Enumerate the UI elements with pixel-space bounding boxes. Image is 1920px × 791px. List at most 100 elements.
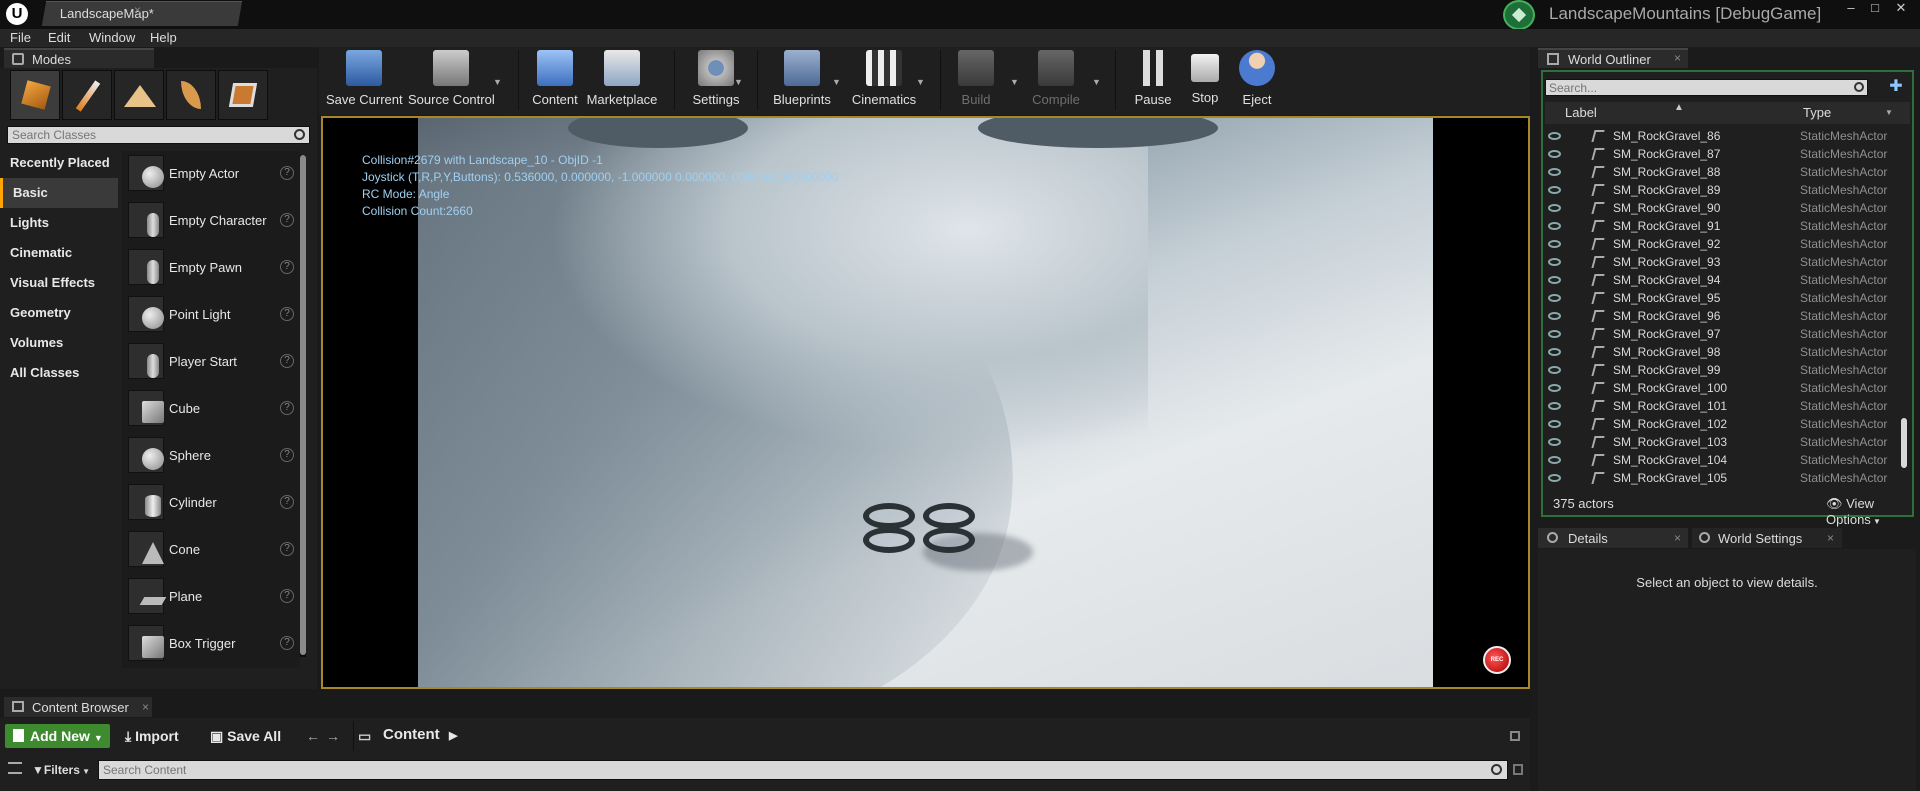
modes-scrollbar[interactable] bbox=[300, 155, 306, 657]
breadcrumb-arrow-icon[interactable]: ▶ bbox=[449, 724, 457, 748]
modes-close-icon[interactable]: × bbox=[134, 3, 141, 17]
visibility-eye-icon[interactable] bbox=[1548, 348, 1561, 356]
outliner-scrollbar-thumb[interactable] bbox=[1901, 418, 1907, 468]
outliner-row[interactable]: SM_RockGravel_89 StaticMeshActor bbox=[1545, 181, 1900, 199]
world-settings-close-icon[interactable]: × bbox=[1827, 531, 1834, 545]
visibility-eye-icon[interactable] bbox=[1548, 402, 1561, 410]
place-item-empty-pawn[interactable]: Empty Pawn? bbox=[122, 245, 300, 292]
place-item-cube[interactable]: Cube? bbox=[122, 386, 300, 433]
build-dropdown-icon[interactable]: ▼ bbox=[1010, 77, 1019, 87]
geometry-mode-button[interactable] bbox=[218, 70, 268, 120]
compile-button[interactable]: Compile bbox=[1028, 48, 1084, 112]
outliner-row[interactable]: SM_RockGravel_100 StaticMeshActor bbox=[1545, 379, 1900, 397]
save-current-button[interactable]: Save Current bbox=[326, 48, 403, 112]
outliner-row[interactable]: SM_RockGravel_92 StaticMeshActor bbox=[1545, 235, 1900, 253]
minimize-button[interactable]: – bbox=[1840, 0, 1862, 18]
filters-button[interactable]: ▼Filters ▼ bbox=[32, 759, 90, 783]
outliner-row[interactable]: SM_RockGravel_90 StaticMeshActor bbox=[1545, 199, 1900, 217]
category-basic[interactable]: Basic bbox=[0, 178, 118, 208]
outliner-row[interactable]: SM_RockGravel_99 StaticMeshActor bbox=[1545, 361, 1900, 379]
history-forward-icon[interactable]: → bbox=[326, 724, 340, 748]
save-all-button[interactable]: ▣ Save All bbox=[210, 724, 281, 748]
source-control-dropdown-icon[interactable]: ▼ bbox=[493, 77, 502, 87]
outliner-row[interactable]: SM_RockGravel_88 StaticMeshActor bbox=[1545, 163, 1900, 181]
search-classes-field[interactable] bbox=[7, 126, 310, 144]
place-mode-button[interactable] bbox=[10, 70, 60, 120]
maximize-button[interactable]: □ bbox=[1864, 0, 1886, 18]
visibility-eye-icon[interactable] bbox=[1548, 204, 1561, 212]
foliage-mode-button[interactable] bbox=[166, 70, 216, 120]
place-item-point-light[interactable]: Point Light? bbox=[122, 292, 300, 339]
modes-scrollbar-thumb[interactable] bbox=[300, 155, 306, 655]
menu-help[interactable]: Help bbox=[150, 29, 177, 47]
visibility-eye-icon[interactable] bbox=[1548, 276, 1561, 284]
outliner-search-field[interactable] bbox=[1545, 79, 1868, 96]
help-icon[interactable]: ? bbox=[280, 448, 294, 462]
cinematics-dropdown-icon[interactable]: ▼ bbox=[916, 77, 925, 87]
import-button[interactable]: ⤓ Import bbox=[125, 724, 179, 748]
category-all-classes[interactable]: All Classes bbox=[0, 358, 118, 388]
outliner-row[interactable]: SM_RockGravel_105 StaticMeshActor bbox=[1545, 469, 1900, 487]
build-button[interactable]: Build bbox=[950, 48, 1002, 112]
history-back-icon[interactable]: ← bbox=[306, 724, 320, 748]
outliner-row[interactable]: SM_RockGravel_98 StaticMeshActor bbox=[1545, 343, 1900, 361]
unreal-logo-icon[interactable]: U bbox=[6, 3, 28, 25]
outliner-search-input[interactable] bbox=[1546, 80, 1867, 96]
help-icon[interactable]: ? bbox=[280, 589, 294, 603]
search-content-field[interactable] bbox=[98, 760, 1508, 780]
search-classes-input[interactable] bbox=[8, 127, 309, 143]
place-item-cone[interactable]: Cone? bbox=[122, 527, 300, 574]
outliner-row[interactable]: SM_RockGravel_93 StaticMeshActor bbox=[1545, 253, 1900, 271]
menu-file[interactable]: File bbox=[10, 29, 31, 47]
visibility-eye-icon[interactable] bbox=[1548, 420, 1561, 428]
visibility-eye-icon[interactable] bbox=[1548, 384, 1561, 392]
add-new-button[interactable]: Add New ▼ bbox=[5, 724, 110, 748]
column-type-header[interactable]: Type bbox=[1803, 105, 1831, 120]
breadcrumb-content[interactable]: Content bbox=[383, 726, 440, 743]
cinematics-button[interactable]: Cinematics bbox=[850, 48, 918, 112]
view-options-button[interactable]: 👁 View Options ▼ bbox=[1826, 496, 1920, 527]
outliner-add-icon[interactable]: ✚ bbox=[1886, 77, 1906, 97]
visibility-eye-icon[interactable] bbox=[1548, 474, 1561, 482]
menu-window[interactable]: Window bbox=[89, 29, 135, 47]
visibility-eye-icon[interactable] bbox=[1548, 132, 1561, 140]
tab-world-settings[interactable]: World Settings bbox=[1692, 528, 1842, 548]
category-lights[interactable]: Lights bbox=[0, 208, 118, 238]
details-close-icon[interactable]: × bbox=[1674, 531, 1681, 545]
source-control-button[interactable]: Source Control bbox=[408, 48, 495, 112]
save-search-icon[interactable] bbox=[1513, 764, 1523, 775]
visibility-eye-icon[interactable] bbox=[1548, 150, 1561, 158]
visibility-eye-icon[interactable] bbox=[1548, 186, 1561, 194]
landscape-mode-button[interactable] bbox=[114, 70, 164, 120]
outliner-row[interactable]: SM_RockGravel_101 StaticMeshActor bbox=[1545, 397, 1900, 415]
help-icon[interactable]: ? bbox=[280, 636, 294, 650]
visibility-eye-icon[interactable] bbox=[1548, 330, 1561, 338]
outliner-row[interactable]: SM_RockGravel_91 StaticMeshActor bbox=[1545, 217, 1900, 235]
blueprints-dropdown-icon[interactable]: ▼ bbox=[832, 77, 841, 87]
help-icon[interactable]: ? bbox=[280, 401, 294, 415]
category-geometry[interactable]: Geometry bbox=[0, 298, 118, 328]
place-item-empty-actor[interactable]: Empty Actor? bbox=[122, 151, 300, 198]
visibility-eye-icon[interactable] bbox=[1548, 456, 1561, 464]
help-icon[interactable]: ? bbox=[280, 354, 294, 368]
outliner-row[interactable]: SM_RockGravel_103 StaticMeshActor bbox=[1545, 433, 1900, 451]
outliner-row[interactable]: SM_RockGravel_104 StaticMeshActor bbox=[1545, 451, 1900, 469]
paint-mode-button[interactable] bbox=[62, 70, 112, 120]
category-volumes[interactable]: Volumes bbox=[0, 328, 118, 358]
world-outliner-close-icon[interactable]: × bbox=[1674, 51, 1681, 65]
visibility-eye-icon[interactable] bbox=[1548, 294, 1561, 302]
search-content-input[interactable] bbox=[99, 761, 1507, 779]
visibility-eye-icon[interactable] bbox=[1548, 168, 1561, 176]
visibility-eye-icon[interactable] bbox=[1548, 366, 1561, 374]
outliner-row[interactable]: SM_RockGravel_87 StaticMeshActor bbox=[1545, 145, 1900, 163]
help-icon[interactable]: ? bbox=[280, 213, 294, 227]
visibility-eye-icon[interactable] bbox=[1548, 222, 1561, 230]
tab-content-browser[interactable]: Content Browser bbox=[4, 697, 152, 717]
outliner-row[interactable]: SM_RockGravel_96 StaticMeshActor bbox=[1545, 307, 1900, 325]
visibility-eye-icon[interactable] bbox=[1548, 312, 1561, 320]
tab-details[interactable]: Details bbox=[1538, 528, 1688, 548]
place-item-cylinder[interactable]: Cylinder? bbox=[122, 480, 300, 527]
blueprints-button[interactable]: Blueprints bbox=[768, 48, 836, 112]
column-label-header[interactable]: Label bbox=[1565, 105, 1597, 120]
marketplace-button[interactable]: Marketplace bbox=[586, 48, 658, 112]
